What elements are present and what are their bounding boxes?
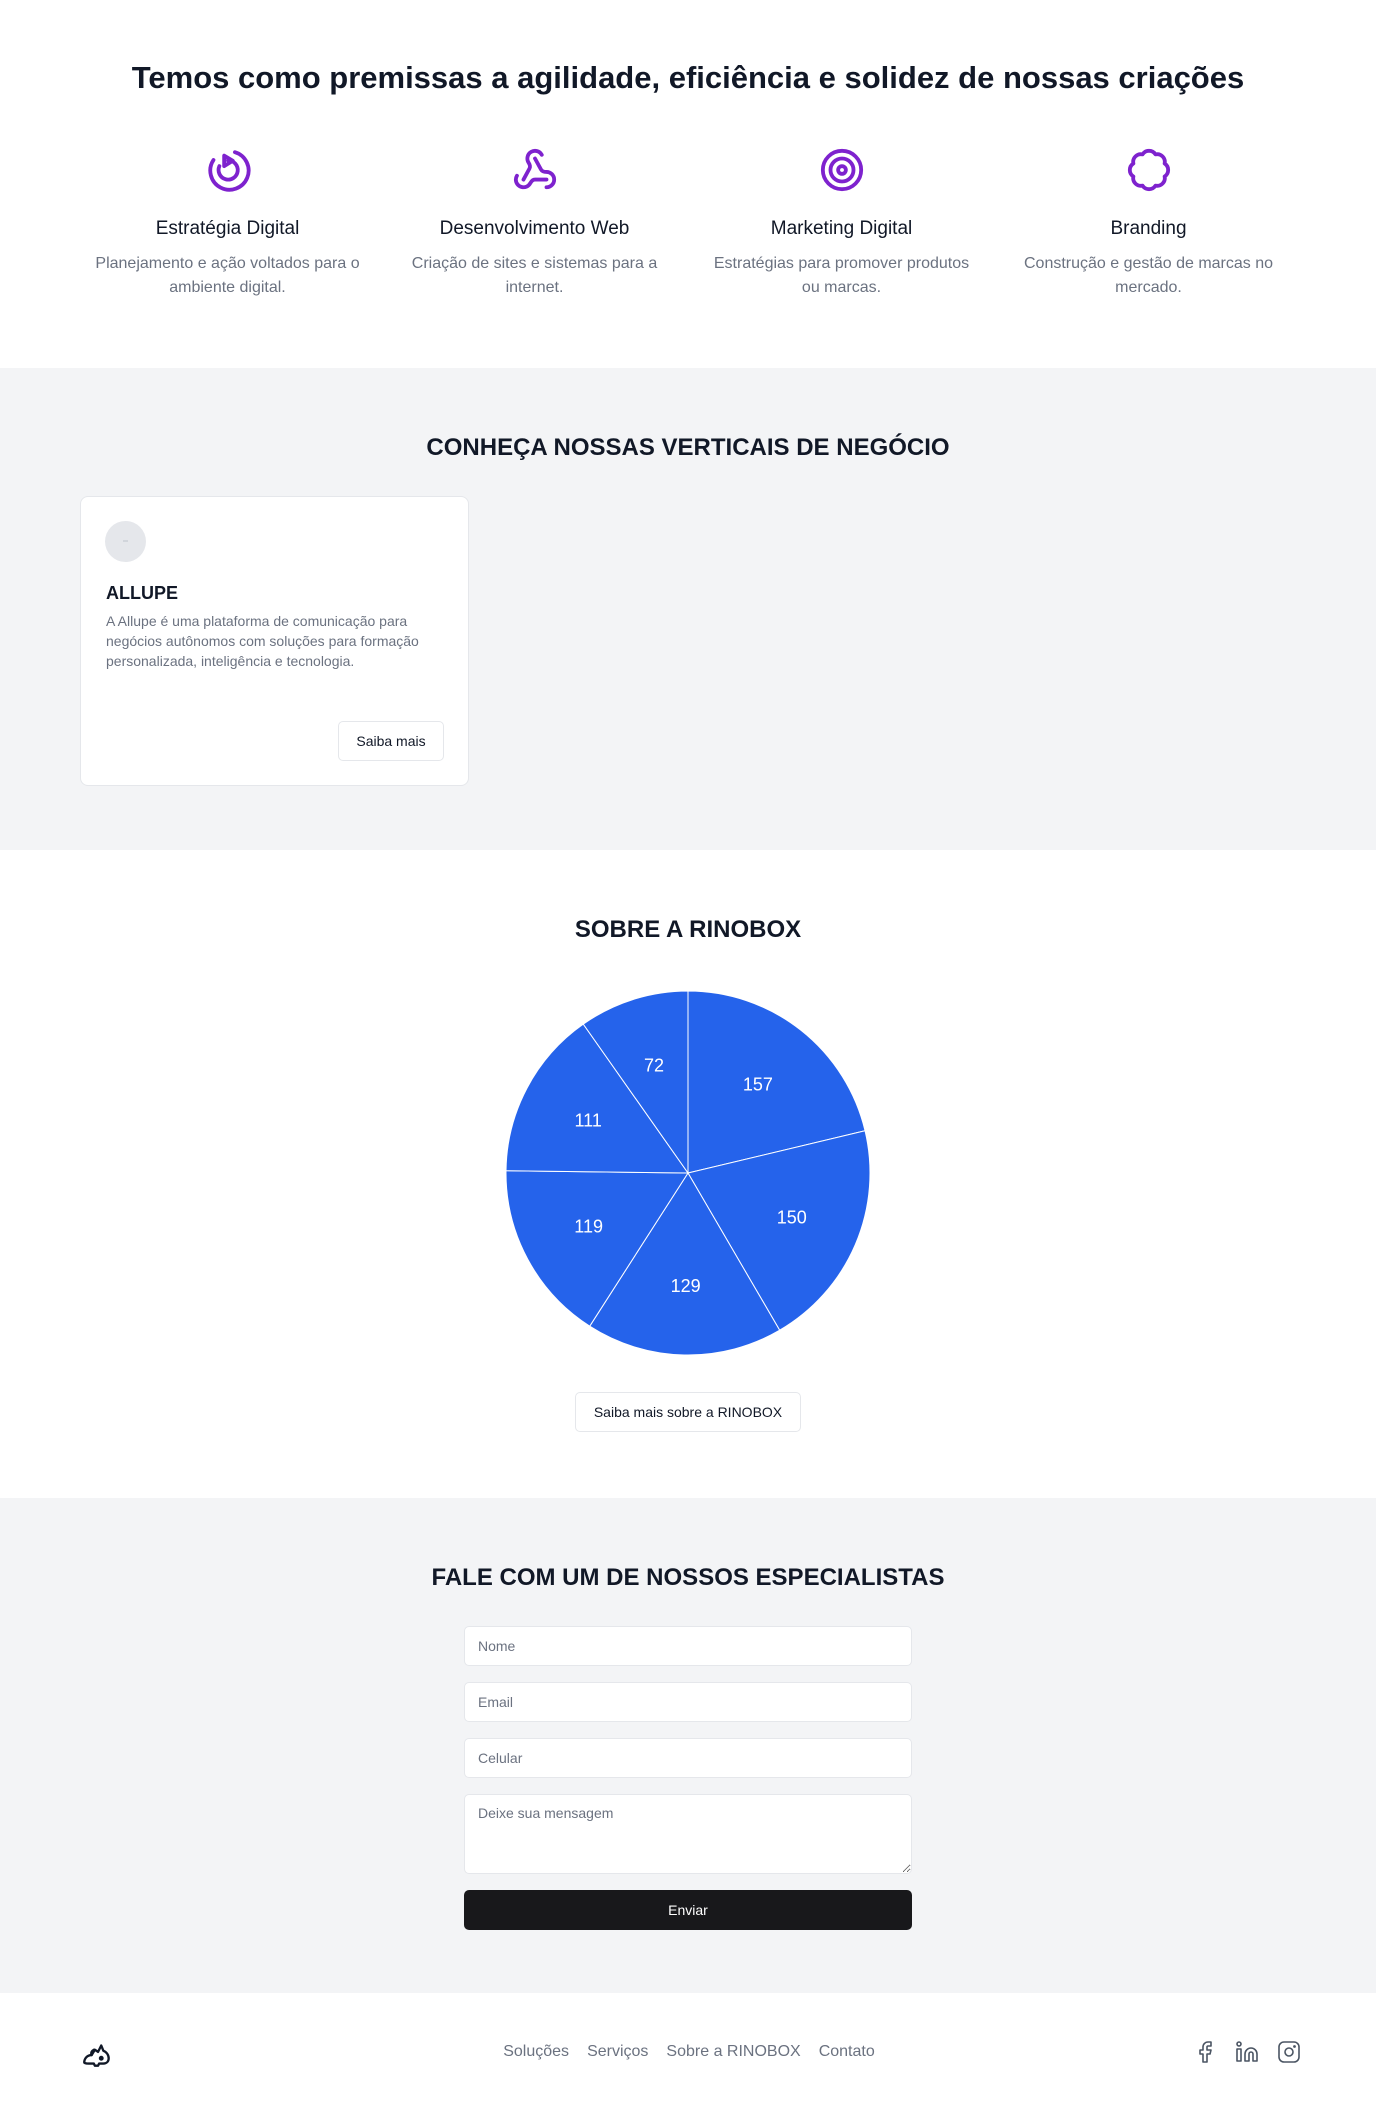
phone-field[interactable]	[464, 1738, 912, 1778]
features-section: Temos como premissas a agilidade, eficiê…	[0, 0, 1376, 368]
footer: Soluções Serviços Sobre a RINOBOX Contat…	[0, 1993, 1376, 2122]
webhook-icon	[509, 144, 561, 196]
card-description: A Allupe é uma plataforma de comunicação…	[106, 613, 419, 669]
about-more-button[interactable]: Saiba mais sobre a RINOBOX	[575, 1392, 801, 1432]
feature-desenvolvimento-web: Desenvolvimento Web Criação de sites e s…	[381, 144, 688, 300]
feature-desc: Construção e gestão de marcas no mercado…	[1023, 255, 1274, 296]
feature-marketing-digital: Marketing Digital Estratégias para promo…	[688, 144, 995, 300]
message-field[interactable]	[464, 1794, 912, 1874]
footer-link-servicos[interactable]: Serviços	[585, 2043, 648, 2061]
facebook-icon[interactable]	[1190, 2037, 1220, 2067]
contact-section: FALE COM UM DE NOSSOS ESPECIALISTAS Envi…	[0, 1498, 1376, 1993]
footer-link-sobre[interactable]: Sobre a RINOBOX	[664, 2043, 800, 2061]
target-icon	[816, 144, 868, 196]
pie-slice-label: 111	[575, 1110, 602, 1130]
pie-slice-label: 157	[743, 1074, 773, 1094]
badge-icon	[1123, 144, 1175, 196]
verticals-section: CONHEÇA NOSSAS VERTICAIS DE NEGÓCIO ALLU…	[0, 368, 1376, 850]
saiba-mais-button[interactable]: Saiba mais	[338, 721, 444, 761]
about-title: SOBRE A RINOBOX	[574, 916, 802, 943]
hero-title: Temos como premissas a agilidade, eficiê…	[131, 60, 1245, 95]
footer-nav: Soluções Serviços Sobre a RINOBOX Contat…	[0, 2043, 1376, 2061]
feature-branding: Branding Construção e gestão de marcas n…	[995, 144, 1302, 300]
contact-title: FALE COM UM DE NOSSOS ESPECIALISTAS	[431, 1564, 945, 1591]
contact-form: Enviar	[464, 1626, 912, 1930]
about-section: SOBRE A RINOBOX 157 150 129 119 111 72 Saiba …	[0, 850, 1376, 1498]
feature-desc: Planejamento e ação voltados para o ambi…	[95, 255, 360, 296]
social-links	[1190, 2037, 1304, 2067]
verticals-title: CONHEÇA NOSSAS VERTICAIS DE NEGÓCIO	[426, 434, 950, 461]
email-field[interactable]	[464, 1682, 912, 1722]
pie-slice-label: 119	[574, 1216, 603, 1236]
pie-chart: 157 150 129 119 111 72	[501, 986, 875, 1360]
footer-link-solucoes[interactable]: Soluções	[501, 2043, 569, 2061]
pie-slice-label: 129	[671, 1276, 701, 1296]
pie-slice-label: 72	[644, 1055, 664, 1075]
feature-desc: Estratégias para promover produtos ou ma…	[713, 255, 970, 296]
submit-button[interactable]: Enviar	[464, 1890, 912, 1930]
feature-title: Estratégia Digital	[155, 218, 300, 239]
avatar	[105, 521, 146, 562]
vertical-card-allupe: ALLUPE A Allupe é uma plataforma de comu…	[80, 496, 469, 786]
feature-title: Desenvolvimento Web	[439, 218, 630, 239]
feature-desc: Criação de sites e sistemas para a inter…	[411, 255, 658, 296]
pie-slice-label: 150	[777, 1207, 807, 1227]
name-field[interactable]	[464, 1626, 912, 1666]
features-list: Estratégia Digital Planejamento e ação v…	[74, 144, 1302, 300]
instagram-icon[interactable]	[1274, 2037, 1304, 2067]
footer-link-contato[interactable]: Contato	[817, 2043, 875, 2061]
card-title: ALLUPE	[106, 583, 178, 603]
feature-title: Branding	[1110, 218, 1187, 239]
feature-estrategia-digital: Estratégia Digital Planejamento e ação v…	[74, 144, 381, 300]
linkedin-icon[interactable]	[1232, 2037, 1262, 2067]
feature-title: Marketing Digital	[770, 218, 913, 239]
target-play-icon	[202, 144, 254, 196]
